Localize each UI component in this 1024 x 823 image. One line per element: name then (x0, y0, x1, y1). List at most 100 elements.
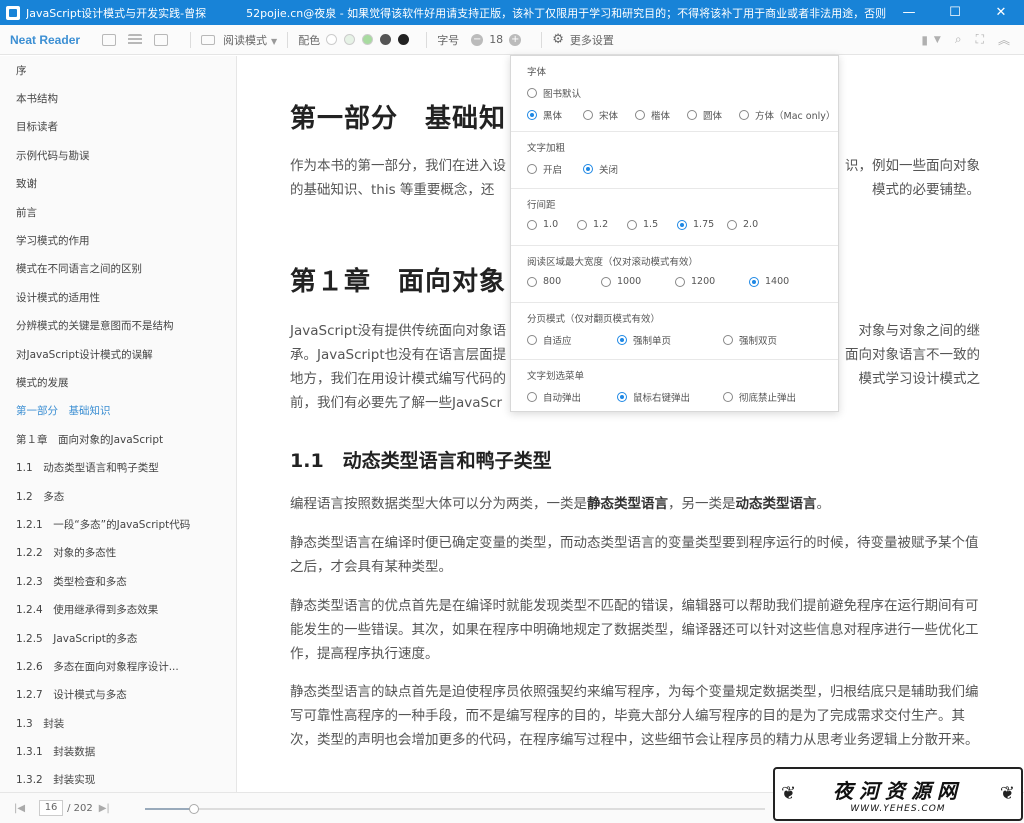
toc-item[interactable]: 1.2 多态 (0, 482, 236, 510)
toc-item[interactable]: 1.1 动态类型语言和鸭子类型 (0, 453, 236, 481)
radio-button[interactable] (749, 276, 759, 287)
radio-button[interactable] (723, 335, 733, 345)
toc-item[interactable]: 1.2.5 JavaScript的多态 (0, 624, 236, 652)
radio-button[interactable] (627, 219, 637, 230)
minimize-button[interactable]: — (886, 0, 932, 25)
fullscreen-icon[interactable]: ⛶ (976, 32, 984, 47)
search-icon[interactable]: ⌕ (955, 32, 962, 47)
radio-option[interactable]: 强制单页 (617, 333, 723, 347)
radio-button[interactable] (527, 219, 537, 230)
radio-button[interactable] (675, 276, 685, 287)
toc-item[interactable]: 序 (0, 56, 236, 84)
radio-button[interactable] (687, 110, 697, 120)
color-swatch[interactable] (362, 34, 374, 45)
toc-item[interactable]: 前言 (0, 198, 236, 226)
progress-thumb[interactable] (189, 804, 199, 814)
radio-option[interactable]: 800 (527, 276, 601, 287)
color-swatch[interactable] (398, 34, 410, 45)
toc-item[interactable]: 1.2.3 类型检查和多态 (0, 567, 236, 595)
radio-option[interactable]: 圆体 (687, 108, 739, 122)
radio-option[interactable]: 自动弹出 (527, 390, 617, 404)
radio-button[interactable] (601, 276, 611, 287)
radio-button[interactable] (617, 335, 627, 345)
toc-item[interactable]: 致谢 (0, 170, 236, 198)
last-page-icon[interactable]: ▶| (99, 803, 110, 814)
radio-option[interactable]: 1400 (749, 276, 789, 287)
maximize-button[interactable]: ☐ (932, 0, 978, 25)
radio-button[interactable] (577, 219, 587, 230)
toc-item[interactable]: 1.2.2 对象的多态性 (0, 539, 236, 567)
more-settings-button[interactable]: ⚙ 更多设置 (552, 32, 614, 48)
radio-option[interactable]: 开启 (527, 162, 583, 176)
radio-option[interactable]: 彻底禁止弹出 (723, 390, 796, 404)
radio-button[interactable] (677, 219, 687, 230)
radio-button[interactable] (635, 110, 645, 120)
radio-button[interactable] (527, 335, 537, 345)
close-button[interactable]: ✕ (978, 0, 1024, 25)
radio-option[interactable]: 自适应 (527, 333, 617, 347)
toc-item[interactable]: 学习模式的作用 (0, 226, 236, 254)
toc-item[interactable]: 第１章 面向对象的JavaScript (0, 425, 236, 453)
radio-button[interactable] (527, 88, 537, 98)
radio-option[interactable]: 1200 (675, 276, 749, 287)
radio-button[interactable] (739, 110, 749, 120)
chevron-down-icon[interactable]: ▼ (934, 35, 941, 45)
toc-item[interactable]: 模式在不同语言之间的区别 (0, 255, 236, 283)
progress-slider[interactable] (145, 804, 765, 814)
toc-item[interactable]: 1.3.2 封装实现 (0, 766, 236, 792)
collapse-icon[interactable]: ︽ (998, 31, 1010, 48)
radio-option[interactable]: 黑体 (527, 108, 583, 122)
toc-item[interactable]: 本书结构 (0, 84, 236, 112)
radio-option[interactable]: 鼠标右键弹出 (617, 390, 723, 404)
font-size-decrease-button[interactable]: − (471, 33, 484, 46)
radio-option[interactable]: 1.5 (627, 219, 677, 230)
toc-item[interactable]: 1.3 封装 (0, 709, 236, 737)
toc-item[interactable]: 1.2.7 设计模式与多态 (0, 681, 236, 709)
radio-option[interactable]: 1.2 (577, 219, 627, 230)
first-page-icon[interactable]: |◀ (14, 803, 25, 814)
page-number-input[interactable]: 16 (39, 800, 64, 816)
color-swatch[interactable] (344, 34, 356, 45)
radio-button[interactable] (527, 164, 537, 174)
font-size-increase-button[interactable]: + (509, 33, 522, 46)
radio-option[interactable]: 1.75 (677, 219, 727, 230)
toc-item[interactable]: 第一部分 基础知识 (0, 397, 236, 425)
toc-item[interactable]: 1.3.1 封装数据 (0, 737, 236, 765)
radio-button[interactable] (723, 392, 733, 402)
radio-button[interactable] (527, 110, 537, 120)
radio-option[interactable]: 楷体 (635, 108, 687, 122)
bookshelf-icon[interactable] (102, 33, 117, 46)
radio-option[interactable]: 1000 (601, 276, 675, 287)
toc-item[interactable]: 对JavaScript设计模式的误解 (0, 340, 236, 368)
radio-label: 1000 (617, 276, 642, 287)
radio-label: 1200 (691, 276, 716, 287)
bookmark-icon[interactable]: ▮ (921, 33, 928, 47)
radio-button[interactable] (617, 392, 627, 402)
radio-option[interactable]: 2.0 (727, 219, 758, 230)
toc-item[interactable]: 模式的发展 (0, 368, 236, 396)
radio-option[interactable]: 方体（Mac only） (739, 108, 835, 122)
color-swatch[interactable] (380, 34, 392, 45)
settings-group: 文字划选菜单 自动弹出 鼠标右键弹出 彻底禁止弹出 (511, 360, 838, 413)
notes-icon[interactable] (154, 33, 169, 46)
color-swatch[interactable] (326, 34, 338, 45)
toc-item[interactable]: 1.2.6 多态在面向对象程序设计... (0, 652, 236, 680)
radio-button[interactable] (583, 164, 593, 174)
radio-button[interactable] (527, 392, 537, 402)
toc-item[interactable]: 设计模式的适用性 (0, 283, 236, 311)
toc-icon[interactable] (128, 33, 143, 46)
toc-item[interactable]: 目标读者 (0, 113, 236, 141)
radio-button[interactable] (583, 110, 593, 120)
toc-item[interactable]: 示例代码与勘误 (0, 141, 236, 169)
radio-button[interactable] (727, 219, 737, 230)
radio-option[interactable]: 1.0 (527, 219, 577, 230)
radio-option[interactable]: 宋体 (583, 108, 635, 122)
radio-option[interactable]: 强制双页 (723, 333, 777, 347)
read-mode-select[interactable]: 阅读模式 ▼ (223, 32, 277, 48)
radio-option[interactable]: 关闭 (583, 162, 618, 176)
toc-item[interactable]: 1.2.4 使用继承得到多态效果 (0, 595, 236, 623)
radio-button[interactable] (527, 276, 537, 287)
toc-item[interactable]: 分辨模式的关键是意图而不是结构 (0, 312, 236, 340)
radio-option[interactable]: 图书默认 (527, 86, 581, 100)
toc-item[interactable]: 1.2.1 一段“多态”的JavaScript代码 (0, 510, 236, 538)
